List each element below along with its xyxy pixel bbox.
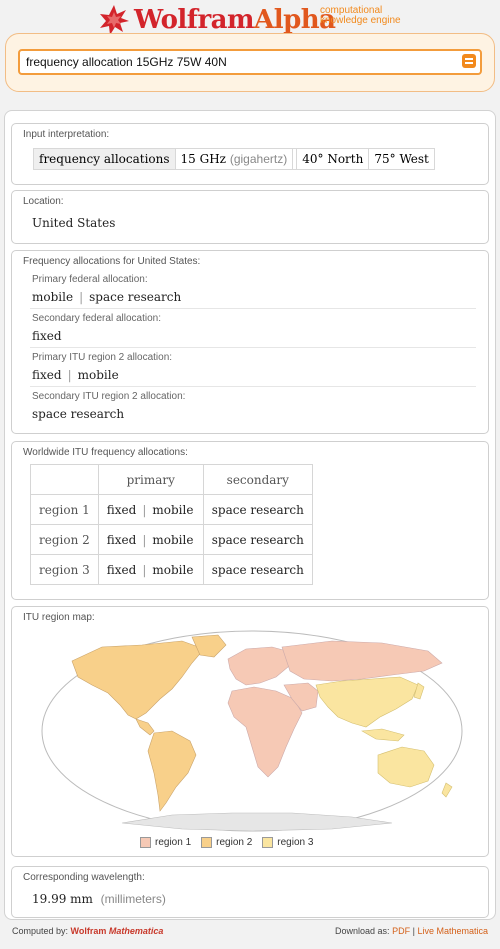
table-corner-cell bbox=[30, 464, 99, 495]
col-primary-header: primary bbox=[97, 464, 204, 495]
wavelength-number: 19.99 mm bbox=[32, 892, 93, 906]
wolfram-star-icon bbox=[100, 5, 129, 35]
input-interpretation-table: frequency allocations 15 GHz (gigahertz)… bbox=[33, 148, 435, 170]
pod-title: ITU region map: bbox=[23, 612, 95, 623]
primary-a: fixed bbox=[106, 502, 137, 517]
pod-title: Input interpretation: bbox=[23, 129, 110, 140]
col-secondary-header: secondary bbox=[202, 464, 313, 495]
legend-label-region3: region 3 bbox=[277, 837, 314, 848]
row-region-label: region 3 bbox=[30, 554, 99, 585]
footer-separator: | bbox=[412, 926, 415, 936]
separator: | bbox=[142, 532, 147, 547]
primary-itu2-label: Primary ITU region 2 allocation: bbox=[32, 352, 173, 363]
primary-federal-label: Primary federal allocation: bbox=[32, 274, 148, 285]
legend-label-region2: region 2 bbox=[216, 837, 253, 848]
row-region-label: region 1 bbox=[30, 494, 99, 525]
pod-title: Worldwide ITU frequency allocations: bbox=[23, 447, 188, 458]
primary-b: mobile bbox=[152, 562, 194, 577]
pod-location: Location: United States bbox=[11, 190, 489, 244]
secondary-federal-value: fixed bbox=[32, 329, 62, 343]
live-mathematica-link[interactable]: Live Mathematica bbox=[417, 926, 488, 936]
pod-title: Corresponding wavelength: bbox=[23, 872, 145, 883]
wavelength-value: 19.99 mm (millimeters) bbox=[32, 892, 166, 906]
brand-mathematica: Mathematica bbox=[108, 926, 164, 936]
table-header-row: primary secondary bbox=[30, 464, 313, 495]
legend-swatch-region2 bbox=[201, 837, 213, 848]
divider bbox=[30, 347, 476, 348]
wavelength-unit: (millimeters) bbox=[100, 892, 166, 906]
separator: | bbox=[67, 368, 72, 382]
logo-tagline: computational knowledge engine bbox=[320, 6, 401, 26]
interp-lat-dir: North bbox=[327, 152, 364, 166]
logo-wordmark-wolfram: Wolfram bbox=[134, 5, 255, 35]
itu-allocation-table: primary secondary region 1 fixed | mobile … bbox=[30, 464, 313, 585]
interp-lon-dir: West bbox=[399, 152, 429, 166]
row-region-label: region 2 bbox=[30, 524, 99, 555]
equals-icon[interactable] bbox=[462, 54, 476, 68]
primary-itu2-b: mobile bbox=[77, 368, 119, 382]
row-primary-cell: fixed | mobile bbox=[97, 524, 204, 555]
secondary-federal-label: Secondary federal allocation: bbox=[32, 313, 161, 324]
primary-a: fixed bbox=[106, 562, 137, 577]
header: WolframAlpha computational knowledge eng… bbox=[0, 0, 500, 36]
separator: | bbox=[142, 502, 147, 517]
itu-region-map bbox=[41, 630, 463, 832]
separator: | bbox=[79, 290, 84, 304]
pdf-link[interactable]: PDF bbox=[392, 926, 410, 936]
primary-itu2-a: fixed bbox=[32, 368, 62, 382]
primary-b: mobile bbox=[152, 502, 194, 517]
footer-computed-by: Computed by: Wolfram Mathematica bbox=[12, 926, 163, 936]
interp-term: frequency allocations bbox=[34, 149, 175, 169]
pod-input-interpretation: Input interpretation: frequency allocati… bbox=[11, 123, 489, 185]
location-value: United States bbox=[32, 216, 116, 230]
table-row: region 1 fixed | mobile space research bbox=[30, 494, 313, 525]
pod-itu-region-map: ITU region map: region 1 region 2 region… bbox=[11, 606, 489, 857]
tagline-line2: knowledge engine bbox=[320, 15, 401, 26]
divider bbox=[30, 386, 476, 387]
footer-download: Download as: PDF | Live Mathematica bbox=[335, 926, 488, 936]
separator: | bbox=[142, 562, 147, 577]
pod-us-allocations: Frequency allocations for United States:… bbox=[11, 250, 489, 434]
primary-a: fixed bbox=[106, 532, 137, 547]
primary-federal-value: mobile | space research bbox=[32, 290, 181, 304]
brand-wolfram: Wolfram bbox=[70, 926, 107, 936]
pod-title: Frequency allocations for United States: bbox=[23, 256, 201, 267]
interp-lat-value: 40° bbox=[302, 152, 324, 166]
interp-frequency: 15 GHz (gigahertz) bbox=[174, 149, 293, 169]
interp-frequency-value: 15 GHz bbox=[180, 152, 227, 166]
row-primary-cell: fixed | mobile bbox=[97, 494, 204, 525]
interp-frequency-unit: (gigahertz) bbox=[229, 152, 288, 166]
legend-label-region1: region 1 bbox=[155, 837, 192, 848]
interp-lon-value: 75° bbox=[374, 152, 396, 166]
search-panel: frequency allocation 15GHz 75W 40N bbox=[5, 33, 495, 92]
computed-by-label: Computed by: bbox=[12, 926, 69, 936]
map-legend: region 1 region 2 region 3 bbox=[140, 837, 313, 848]
legend-swatch-region3 bbox=[262, 837, 274, 848]
row-secondary-cell: space research bbox=[202, 494, 313, 525]
download-as-label: Download as: bbox=[335, 926, 390, 936]
secondary-itu2-label: Secondary ITU region 2 allocation: bbox=[32, 391, 186, 402]
pod-wavelength: Corresponding wavelength: 19.99 mm (mill… bbox=[11, 866, 489, 918]
row-secondary-cell: space research bbox=[202, 524, 313, 555]
primary-federal-b: space research bbox=[89, 290, 182, 304]
search-query-text[interactable]: frequency allocation 15GHz 75W 40N bbox=[26, 55, 227, 69]
mathematica-link[interactable]: Wolfram Mathematica bbox=[71, 926, 164, 936]
divider bbox=[30, 308, 476, 309]
table-row: region 3 fixed | mobile space research bbox=[30, 554, 313, 585]
primary-b: mobile bbox=[152, 532, 194, 547]
map-region3-new-zealand bbox=[441, 782, 453, 798]
row-secondary-cell: space research bbox=[202, 554, 313, 585]
primary-federal-a: mobile bbox=[32, 290, 74, 304]
interp-longitude: 75° West bbox=[368, 149, 434, 169]
table-row: region 2 fixed | mobile space research bbox=[30, 524, 313, 555]
row-primary-cell: fixed | mobile bbox=[97, 554, 204, 585]
search-input[interactable]: frequency allocation 15GHz 75W 40N bbox=[18, 49, 482, 75]
primary-itu2-value: fixed | mobile bbox=[32, 368, 119, 382]
secondary-itu2-value: space research bbox=[32, 407, 125, 421]
interp-latitude: 40° North bbox=[296, 149, 368, 169]
legend-swatch-region1 bbox=[140, 837, 151, 848]
pod-title: Location: bbox=[23, 196, 64, 207]
